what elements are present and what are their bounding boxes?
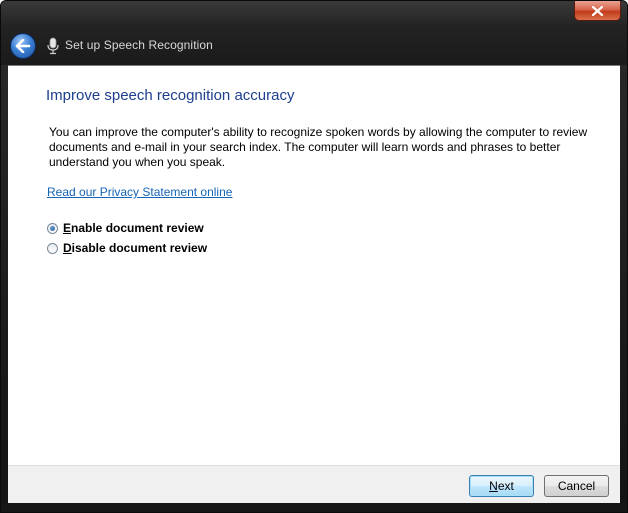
enable-document-review-option[interactable]: Enable document review	[47, 221, 204, 235]
back-button[interactable]	[10, 33, 36, 59]
disable-document-review-option[interactable]: Disable document review	[47, 241, 207, 255]
privacy-statement-link[interactable]: Read our Privacy Statement online	[47, 185, 232, 199]
window-title: Set up Speech Recognition	[65, 38, 213, 52]
cancel-button[interactable]: Cancel	[544, 475, 609, 497]
enable-document-review-radio[interactable]	[47, 222, 58, 234]
content-panel: Improve speech recognition accuracy You …	[8, 65, 620, 465]
button-bar: Next Cancel	[8, 465, 620, 505]
dialog-window: Set up Speech Recognition Improve speech…	[0, 0, 628, 513]
window-bottom-border	[1, 503, 627, 512]
close-button[interactable]	[574, 1, 621, 21]
back-arrow-icon	[15, 39, 31, 53]
disable-document-review-radio[interactable]	[47, 242, 58, 254]
disable-document-review-label: Disable document review	[63, 241, 208, 255]
description-text: You can improve the computer's ability t…	[49, 125, 588, 169]
close-icon	[592, 5, 603, 16]
page-heading: Improve speech recognition accuracy	[46, 87, 295, 104]
enable-document-review-label: Enable document review	[63, 221, 204, 235]
title-bar: Set up Speech Recognition	[1, 1, 627, 65]
microphone-icon	[47, 37, 59, 55]
next-button[interactable]: Next	[469, 475, 534, 497]
